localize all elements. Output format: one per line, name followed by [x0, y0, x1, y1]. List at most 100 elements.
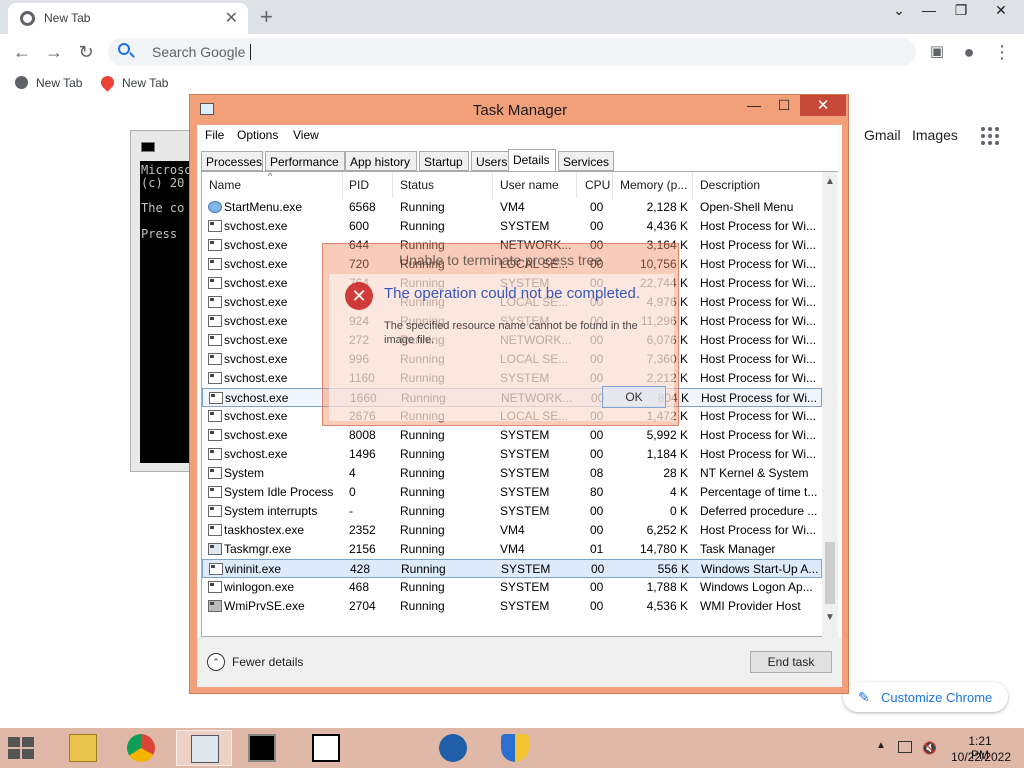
restore-button[interactable]: ❐ [946, 2, 976, 19]
vertical-scrollbar[interactable]: ▲ ▼ [822, 172, 838, 637]
scroll-up-icon[interactable]: ▲ [825, 176, 835, 187]
images-link[interactable]: Images [912, 127, 958, 143]
network-icon[interactable] [898, 741, 912, 753]
cell-desc: Host Process for Wi... [700, 257, 817, 271]
cell-name: System Idle Process [224, 485, 334, 499]
process-icon [208, 296, 222, 308]
menu-view[interactable]: View [293, 128, 319, 142]
console-line: Press [141, 227, 178, 241]
process-icon [208, 239, 222, 251]
close-window-button[interactable]: ✕ [986, 2, 1016, 19]
taskbar-file-explorer[interactable] [55, 730, 111, 766]
table-row[interactable]: svchost.exe 8008 Running SYSTEM 00 5,992 K Hos… [202, 426, 822, 445]
cell-cpu: 00 [590, 200, 604, 214]
tab-performance[interactable]: Performance [265, 151, 345, 171]
cell-desc: Windows Logon Ap... [700, 580, 813, 594]
table-row[interactable]: System interrupts - Running SYSTEM 00 0 K Defe… [202, 502, 822, 521]
reload-button[interactable]: ↻ [75, 42, 97, 63]
taskbar-7zip[interactable] [298, 730, 354, 766]
taskbar-help[interactable] [425, 730, 481, 766]
column-description[interactable]: Description [700, 178, 760, 192]
scroll-thumb[interactable] [825, 542, 835, 604]
table-row[interactable]: System Idle Process 0 Running SYSTEM 80 4 K Pe… [202, 483, 822, 502]
error-dialog: Unable to terminate process tree ✕ The o… [322, 243, 679, 426]
tab-search-icon[interactable]: ⌄ [884, 2, 914, 19]
tab-app-history[interactable]: App history [345, 151, 417, 171]
cell-pid: 8008 [349, 428, 376, 442]
cell-cpu: 08 [590, 466, 604, 480]
browser-tab[interactable]: New Tab ✕ [8, 3, 248, 34]
minimize-button[interactable]: — [741, 97, 767, 113]
cell-status: Running [400, 485, 445, 499]
forward-button[interactable]: → [43, 42, 65, 63]
menu-file[interactable]: File [205, 128, 224, 142]
start-button[interactable] [8, 737, 36, 759]
column-name[interactable]: Name [209, 178, 241, 192]
close-tab-icon[interactable]: ✕ [225, 8, 238, 28]
taskbar-task-manager[interactable] [176, 730, 232, 766]
volume-muted-icon[interactable]: 🔇 [922, 741, 937, 755]
side-panel-icon[interactable]: ▣ [926, 42, 948, 60]
chevron-up-icon[interactable]: ⌃ [207, 653, 225, 671]
cell-user: SYSTEM [500, 466, 550, 480]
cell-status: Running [401, 562, 446, 576]
table-row[interactable]: Taskmgr.exe 2156 Running VM4 01 14,780 K Task … [202, 540, 822, 559]
column-user-name[interactable]: User name [500, 178, 559, 192]
table-row[interactable]: svchost.exe 600 Running SYSTEM 00 4,436 K Host… [202, 217, 822, 236]
console-icon [248, 734, 276, 762]
bookmark-new-tab-1[interactable]: New Tab [15, 76, 82, 90]
gmail-link[interactable]: Gmail [864, 127, 901, 143]
minimize-button[interactable]: — [914, 2, 944, 18]
column-status[interactable]: Status [400, 178, 434, 192]
column-pid[interactable]: PID [349, 178, 369, 192]
taskbar-security[interactable] [487, 730, 543, 766]
tab-services[interactable]: Services [558, 151, 614, 171]
end-task-button[interactable]: End task [750, 651, 832, 673]
new-tab-button[interactable]: + [260, 4, 273, 30]
scroll-down-icon[interactable]: ▼ [825, 612, 835, 623]
cell-mem: 2,128 K [646, 200, 688, 214]
table-row[interactable]: WmiPrvSE.exe 2704 Running SYSTEM 00 4,536 K WM… [202, 597, 822, 616]
tab-users[interactable]: Users [471, 151, 509, 171]
clock-date[interactable]: 10/22/2022 [950, 750, 1012, 764]
maximize-button[interactable]: ☐ [771, 97, 797, 114]
bookmark-new-tab-2[interactable]: New Tab [98, 73, 168, 92]
back-button[interactable]: ← [11, 42, 33, 63]
menu-options[interactable]: Options [237, 128, 278, 142]
cell-status: Running [400, 580, 445, 594]
table-row[interactable]: svchost.exe 1496 Running SYSTEM 00 1,184 K Hos… [202, 445, 822, 464]
table-row[interactable]: System 4 Running SYSTEM 08 28 K NT Kernel & Sy… [202, 464, 822, 483]
globe-icon [15, 76, 28, 89]
process-icon [208, 543, 222, 555]
fewer-details-link[interactable]: Fewer details [232, 655, 303, 669]
profile-avatar[interactable]: ● [958, 42, 980, 63]
customize-chrome-button[interactable]: ✎ Customize Chrome [843, 682, 1008, 712]
taskbar-chrome[interactable] [113, 730, 169, 766]
chrome-icon [20, 11, 35, 26]
menu-kebab-icon[interactable]: ⋮ [991, 42, 1013, 63]
table-row[interactable]: winlogon.exe 468 Running SYSTEM 00 1,788 K Win… [202, 578, 822, 597]
table-row[interactable]: wininit.exe 428 Running SYSTEM 00 556 K Window… [202, 559, 822, 578]
cell-name: System interrupts [224, 504, 318, 518]
ok-button[interactable]: OK [602, 386, 666, 408]
taskbar-keys[interactable] [365, 730, 421, 766]
console-line: Microso [141, 163, 192, 177]
cell-mem: 5,992 K [646, 428, 688, 442]
taskbar-command-prompt[interactable] [234, 730, 290, 766]
cell-status: Running [400, 599, 445, 613]
tab-processes[interactable]: Processes [201, 151, 263, 171]
column-cpu[interactable]: CPU [585, 178, 610, 192]
address-bar[interactable]: Search Google [108, 38, 916, 66]
apps-grid-icon[interactable] [980, 126, 1000, 146]
cell-status: Running [400, 200, 445, 214]
table-row[interactable]: StartMenu.exe 6568 Running VM4 00 2,128 K Open… [202, 198, 822, 217]
column-memory[interactable]: Memory (p... [620, 178, 687, 192]
console-window[interactable]: Microso (c) 20 The co Press [130, 130, 192, 472]
tab-startup[interactable]: Startup [419, 151, 469, 171]
tab-details[interactable]: Details [508, 149, 556, 172]
chrome-icon [127, 734, 155, 762]
close-button[interactable]: ✕ [800, 95, 846, 116]
table-row[interactable]: taskhostex.exe 2352 Running VM4 00 6,252 K Hos… [202, 521, 822, 540]
cell-desc: Host Process for Wi... [700, 523, 817, 537]
tray-chevron-icon[interactable]: ▲ [876, 740, 886, 751]
